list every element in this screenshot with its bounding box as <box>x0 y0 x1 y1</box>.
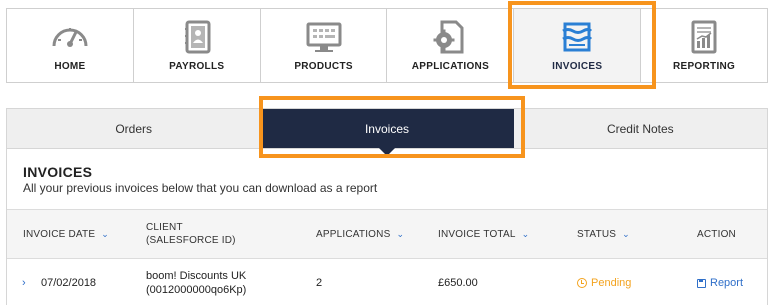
main-nav: HOME PAYROLLS PRODUCTS APPLICATIONS INVO… <box>6 8 768 83</box>
report-chart-icon <box>684 20 724 54</box>
tab-credit-notes[interactable]: Credit Notes <box>514 109 767 148</box>
column-applications[interactable]: APPLICATIONS ⌄ <box>316 210 404 258</box>
nav-label: HOME <box>54 61 86 72</box>
column-client: CLIENT (SALESFORCE ID) <box>146 210 236 258</box>
receipt-icon <box>557 20 597 54</box>
column-invoice-total[interactable]: INVOICE TOTAL ⌄ <box>438 210 529 258</box>
column-label-sub: (SALESFORCE ID) <box>146 235 236 246</box>
status-label: Pending <box>591 277 632 289</box>
nav-item-invoices[interactable]: INVOICES <box>514 9 642 82</box>
gear-document-icon <box>430 20 470 54</box>
nav-label: APPLICATIONS <box>411 61 490 72</box>
nav-item-payrolls[interactable]: PAYROLLS <box>134 9 261 82</box>
column-label: INVOICE DATE <box>23 228 96 240</box>
client-name: boom! Discounts UK <box>146 270 247 282</box>
status-badge: Pending <box>577 277 631 289</box>
table-row[interactable]: › 07/02/2018 boom! Discounts UK (0012000… <box>7 260 767 305</box>
cell-client: boom! Discounts UK (0012000000qo6Kp) <box>146 260 246 305</box>
tab-orders[interactable]: Orders <box>7 109 260 148</box>
column-label: INVOICE TOTAL <box>438 228 516 240</box>
cell-invoice-total: £650.00 <box>438 277 478 289</box>
clock-icon <box>577 278 587 288</box>
page-subtitle: All your previous invoices below that yo… <box>23 181 378 195</box>
gauge-icon <box>50 20 90 54</box>
column-label: STATUS <box>577 228 617 240</box>
cell-applications: 2 <box>316 277 323 289</box>
page-title: INVOICES <box>23 164 93 180</box>
sub-tabs: Orders Invoices Credit Notes <box>7 109 767 156</box>
column-label: APPLICATIONS <box>316 228 391 240</box>
nav-label: REPORTING <box>672 61 736 72</box>
cell-status: Pending <box>577 260 631 305</box>
nav-item-products[interactable]: PRODUCTS <box>261 9 388 82</box>
save-icon <box>697 278 706 288</box>
sort-chevron-icon[interactable]: ⌄ <box>396 229 404 240</box>
column-label: ACTION <box>697 228 736 240</box>
report-link-label: Report <box>710 277 744 289</box>
column-status[interactable]: STATUS ⌄ <box>577 210 630 258</box>
nav-item-reporting[interactable]: REPORTING <box>641 9 767 82</box>
tab-invoices[interactable]: Invoices <box>260 109 514 156</box>
monitor-icon <box>304 20 344 54</box>
cell-action: Report <box>697 260 743 305</box>
sort-chevron-icon[interactable]: ⌄ <box>101 229 109 240</box>
contact-card-icon <box>177 20 217 54</box>
column-action: ACTION <box>697 210 736 258</box>
expand-chevron-icon[interactable]: › <box>22 260 26 305</box>
client-id: (0012000000qo6Kp) <box>146 284 247 296</box>
column-label: CLIENT <box>146 222 183 233</box>
nav-label: INVOICES <box>552 61 603 72</box>
table-header: INVOICE DATE ⌄ CLIENT (SALESFORCE ID) AP… <box>7 209 767 259</box>
sort-chevron-icon[interactable]: ⌄ <box>622 229 630 240</box>
column-invoice-date[interactable]: INVOICE DATE ⌄ <box>23 210 109 258</box>
nav-item-home[interactable]: HOME <box>7 9 134 82</box>
invoices-panel: Orders Invoices Credit Notes INVOICES Al… <box>6 108 768 305</box>
cell-invoice-date: 07/02/2018 <box>41 277 97 289</box>
sort-chevron-icon[interactable]: ⌄ <box>522 229 530 240</box>
nav-label: PAYROLLS <box>169 61 225 72</box>
nav-item-applications[interactable]: APPLICATIONS <box>387 9 515 82</box>
nav-label: PRODUCTS <box>294 61 353 72</box>
report-link[interactable]: Report <box>697 277 743 289</box>
